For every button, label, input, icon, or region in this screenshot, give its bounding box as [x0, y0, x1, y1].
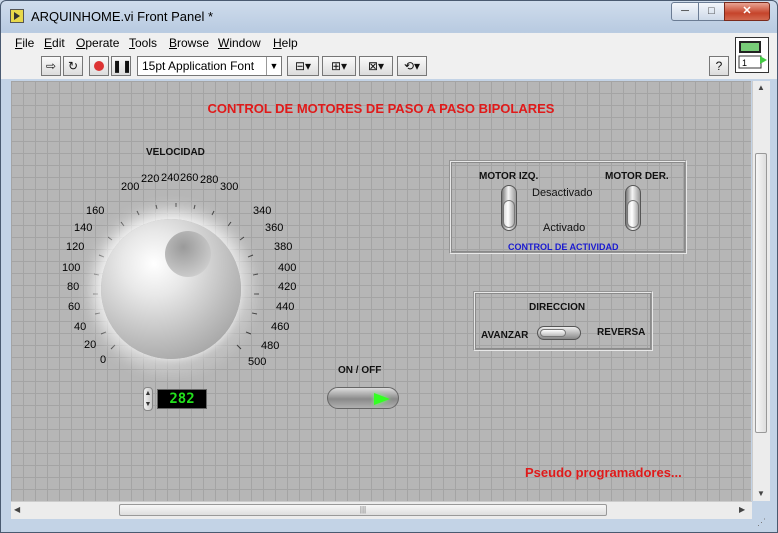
dial-tick: 60	[68, 301, 81, 313]
dial-tick: 240	[161, 172, 180, 184]
dial-tick: 100	[62, 262, 81, 274]
reversa-label: REVERSA	[597, 327, 646, 338]
font-select[interactable]: 15pt Application Font ▼	[137, 56, 282, 76]
run-continuous-icon[interactable]: ↻	[63, 56, 83, 76]
vertical-scrollbar[interactable]: ▲ ▼	[752, 81, 770, 501]
velocidad-increment-decrement[interactable]: ▲ ▼	[143, 387, 153, 411]
dial-tick: 220	[141, 173, 160, 185]
front-panel-window: ARQUINHOME.vi Front Panel * ─ □ ✕ File E…	[0, 0, 778, 533]
menu-file[interactable]: File	[15, 36, 34, 50]
toggle-lever	[540, 329, 566, 337]
avanzar-label: AVANZAR	[481, 330, 529, 341]
panel-title: CONTROL DE MOTORES DE PASO A PASO BIPOLA…	[207, 101, 555, 116]
font-select-value: 15pt Application Font	[142, 59, 255, 73]
toggle-lever	[627, 200, 639, 228]
chevron-down-icon: ▼	[266, 57, 281, 75]
control-actividad-label: CONTROL DE ACTIVIDAD	[508, 242, 619, 252]
knob-indicator	[165, 231, 211, 277]
window-title: ARQUINHOME.vi Front Panel *	[31, 9, 214, 24]
resize-objects-icon[interactable]: ⊠▾	[359, 56, 393, 76]
dial-tick: 80	[67, 281, 80, 293]
resize-grip-icon[interactable]: ⋰	[757, 517, 771, 531]
footer-credit: Pseudo programadores...	[525, 465, 682, 480]
menu-edit[interactable]: Edit	[44, 36, 65, 50]
menu-tools[interactable]: Tools	[129, 36, 157, 50]
vertical-scroll-thumb[interactable]	[755, 153, 767, 433]
menu-help[interactable]: Help	[273, 36, 298, 50]
motor-left-label: MOTOR IZQ.	[479, 171, 539, 182]
reorder-icon[interactable]: ⟲▾	[397, 56, 427, 76]
labview-vi-icon	[10, 9, 24, 23]
connector-pane-icon[interactable]: 1	[735, 37, 769, 73]
knob-body[interactable]	[101, 219, 241, 359]
help-button[interactable]: ?	[709, 56, 729, 76]
connector-pane-label: 1	[742, 58, 747, 68]
pause-icon[interactable]: ❚❚	[111, 56, 132, 76]
play-arrow-icon	[374, 393, 390, 405]
dial-tick: 260	[180, 172, 199, 184]
scroll-up-icon[interactable]: ▲	[757, 83, 765, 92]
toggle-lever	[503, 200, 515, 228]
minimize-button[interactable]: ─	[671, 2, 699, 21]
align-objects-icon[interactable]: ⊟▾	[287, 56, 319, 76]
motor-left-toggle[interactable]	[501, 185, 517, 231]
menu-operate[interactable]: Operate	[76, 36, 119, 50]
title-bar: ARQUINHOME.vi Front Panel * ─ □ ✕	[1, 1, 777, 31]
vi-icon-graphic: 1	[738, 41, 767, 69]
desactivado-text: Desactivado	[532, 187, 593, 199]
close-button[interactable]: ✕	[724, 2, 770, 21]
direccion-box	[473, 291, 653, 351]
abort-icon[interactable]	[89, 56, 109, 76]
horizontal-scrollbar[interactable]: ◀ ||| ▶	[11, 501, 752, 519]
onoff-switch[interactable]	[327, 387, 399, 409]
motor-right-toggle[interactable]	[625, 185, 641, 231]
scroll-down-icon[interactable]: ▼	[757, 489, 765, 498]
direccion-label: DIRECCION	[529, 302, 586, 313]
menu-window[interactable]: Window	[218, 36, 261, 50]
menu-browse[interactable]: Browse	[169, 36, 209, 50]
velocidad-digital-display[interactable]: 282	[157, 389, 207, 409]
front-panel-canvas: CONTROL DE MOTORES DE PASO A PASO BIPOLA…	[11, 81, 751, 501]
velocidad-knob[interactable]	[89, 191, 289, 391]
horizontal-scroll-thumb[interactable]: |||	[119, 504, 607, 516]
velocidad-label: VELOCIDAD	[146, 147, 205, 158]
scroll-left-icon[interactable]: ◀	[14, 505, 20, 514]
motor-right-label: MOTOR DER.	[605, 171, 669, 182]
distribute-objects-icon[interactable]: ⊞▾	[322, 56, 356, 76]
menu-bar: File Edit Operate Tools Browse Window He…	[1, 33, 777, 53]
direccion-toggle[interactable]	[537, 326, 581, 340]
dial-tick: 280	[200, 174, 219, 186]
maximize-button[interactable]: □	[698, 2, 725, 21]
activado-text: Activado	[543, 222, 586, 234]
run-arrow-icon[interactable]: ⇨	[41, 56, 61, 76]
toolbar: ⇨ ↻ ❚❚ 15pt Application Font ▼ ⊟▾ ⊞▾ ⊠▾ …	[1, 53, 777, 79]
scroll-right-icon[interactable]: ▶	[739, 505, 745, 514]
onoff-label: ON / OFF	[338, 365, 382, 376]
